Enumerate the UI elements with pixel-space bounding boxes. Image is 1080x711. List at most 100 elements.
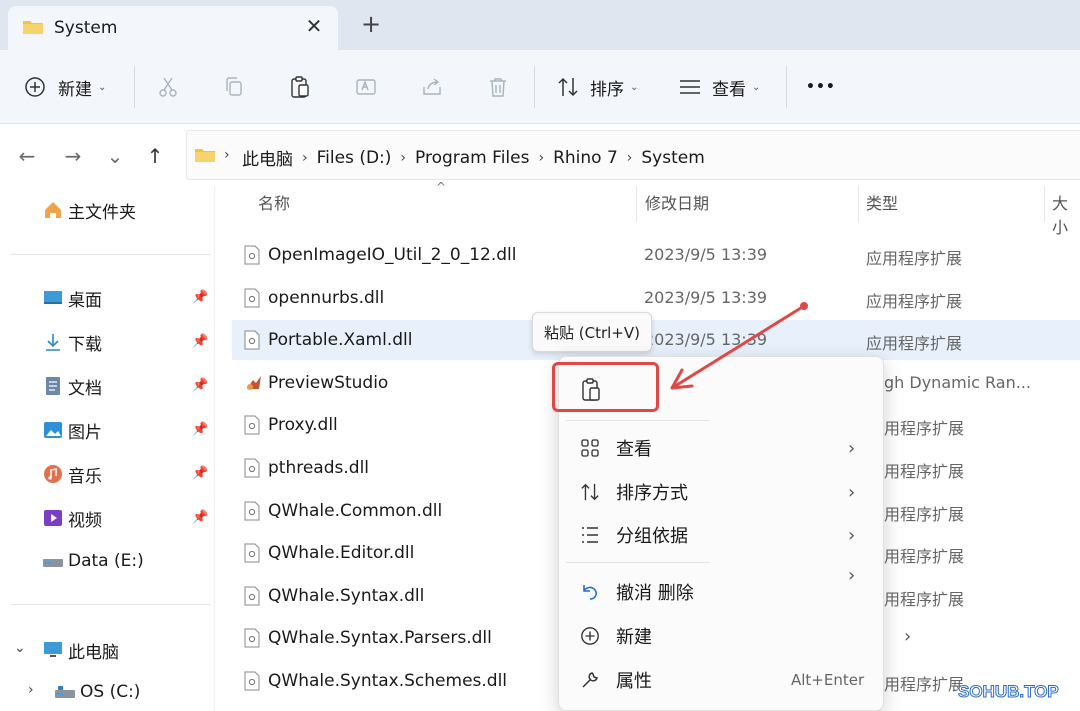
table-row[interactable]: opennurbs.dll 2023/9/5 13:39 应用程序扩展 — [232, 278, 1080, 318]
sidebar-item-videos[interactable]: 视频 — [42, 504, 102, 532]
share-button[interactable] — [420, 72, 444, 102]
context-item-label: 查看 — [616, 439, 652, 460]
column-header-size[interactable]: 大小 — [1052, 190, 1080, 237]
new-label: 新建 — [58, 79, 92, 100]
file-name: QWhale.Syntax.Parsers.dll — [268, 628, 492, 649]
context-item-label: 排序方式 — [616, 483, 688, 504]
new-tab-button[interactable]: + — [356, 10, 386, 38]
cut-button[interactable] — [156, 72, 180, 102]
column-divider[interactable] — [858, 186, 859, 222]
pin-icon[interactable]: 📌 — [192, 334, 208, 349]
forward-button[interactable]: → — [60, 144, 86, 168]
chevron-down-icon[interactable]: ⌄ — [14, 640, 26, 656]
close-tab-button[interactable]: ✕ — [300, 14, 328, 38]
dll-file-icon — [244, 501, 260, 521]
shortcut-label: Alt+Enter — [791, 671, 865, 689]
chevron-right-icon[interactable]: › — [28, 682, 34, 698]
rename-button[interactable] — [354, 72, 378, 102]
chevron-down-icon: ⌄ — [752, 81, 761, 93]
sort-ascending-icon: ^ — [436, 180, 447, 194]
chevron-right-icon: › — [538, 149, 545, 166]
file-name: QWhale.Syntax.Schemes.dll — [268, 671, 508, 691]
sidebar-item-this-pc[interactable]: 此电脑 — [42, 636, 119, 664]
sidebar-item-music[interactable]: 音乐 — [42, 460, 102, 488]
column-header-name[interactable]: 名称 — [258, 190, 290, 220]
context-item-properties[interactable]: 属性 Alt+Enter — [558, 660, 884, 700]
file-type: 应用程序扩展 — [866, 291, 963, 311]
column-divider[interactable] — [636, 186, 637, 222]
recent-locations-button[interactable]: ⌄ — [102, 144, 128, 168]
sidebar-item-home[interactable]: 主文件夹 — [42, 196, 136, 224]
file-name: Portable.Xaml.dll — [268, 330, 413, 351]
sidebar-item-data-e[interactable]: Data (E:) — [42, 547, 144, 575]
plus-circle-icon — [25, 77, 45, 97]
column-divider[interactable] — [1044, 186, 1045, 222]
dll-file-icon — [244, 288, 260, 308]
sidebar-item-downloads[interactable]: 下载 — [42, 328, 102, 356]
context-item-undo[interactable]: 撤消 删除 — [558, 572, 884, 612]
divider — [786, 66, 787, 108]
sort-button[interactable]: 排序 ⌄ — [556, 72, 638, 102]
sidebar-item-label: 文档 — [68, 378, 102, 399]
file-type: 应用程序扩展 — [866, 249, 963, 268]
pin-icon[interactable]: 📌 — [192, 422, 208, 437]
pin-icon[interactable]: 📌 — [192, 466, 208, 481]
tab-system[interactable]: System ✕ — [8, 6, 338, 50]
file-name: QWhale.Common.dll — [268, 500, 443, 521]
table-row[interactable]: OpenImageIO_Util_2_0_12.dll 2023/9/5 13:3… — [232, 235, 1080, 275]
chevron-down-icon: ⌄ — [98, 81, 107, 93]
breadcrumb-program-files[interactable]: Program Files — [415, 148, 529, 168]
grid-icon — [578, 436, 602, 460]
context-item-sort[interactable]: 排序方式 › — [558, 472, 884, 512]
more-options-button[interactable]: ••• — [806, 72, 836, 102]
paste-button[interactable] — [288, 72, 312, 102]
pin-icon[interactable]: 📌 — [192, 378, 208, 393]
sidebar-item-desktop[interactable]: 桌面 — [42, 284, 102, 312]
delete-button[interactable] — [486, 72, 510, 102]
sidebar-item-os-c[interactable]: OS (C:) — [54, 678, 140, 706]
sidebar-item-label: 图片 — [68, 422, 102, 443]
breadcrumb-system[interactable]: System — [641, 148, 704, 168]
sidebar-item-label: 视频 — [68, 510, 102, 531]
dll-file-icon — [244, 458, 260, 478]
pin-icon[interactable]: 📌 — [192, 290, 208, 305]
dll-file-icon — [244, 245, 260, 265]
breadcrumb-files-d[interactable]: Files (D:) — [317, 148, 392, 168]
breadcrumb-rhino-7[interactable]: Rhino 7 — [553, 148, 618, 168]
view-button[interactable]: 查看 ⌄ — [678, 72, 760, 102]
chevron-right-icon: › — [400, 149, 407, 166]
context-item-group[interactable]: 分组依据 › — [558, 515, 884, 555]
dll-file-icon — [244, 330, 260, 350]
drive-icon — [42, 550, 64, 572]
column-header-modified[interactable]: 修改日期 — [645, 190, 709, 220]
dll-file-icon — [244, 415, 260, 435]
folder-icon — [195, 149, 215, 162]
new-button[interactable]: 新建 ⌄ — [24, 72, 106, 102]
table-row[interactable]: Portable.Xaml.dll 2023/9/5 13:39 应用程序扩展 — [232, 320, 1080, 361]
sidebar-item-label: 音乐 — [68, 466, 102, 487]
file-type: 用程序扩展 — [884, 547, 965, 567]
copy-button[interactable] — [222, 72, 246, 102]
context-item-new[interactable]: 新建 — [558, 616, 884, 656]
sidebar-item-documents[interactable]: 文档 — [42, 372, 102, 400]
context-item-view[interactable]: 查看 › — [558, 428, 884, 468]
up-button[interactable]: ↑ — [142, 144, 168, 168]
sort-label: 排序 — [590, 79, 624, 100]
column-header-type[interactable]: 类型 — [866, 190, 898, 220]
context-item-label: 撤消 删除 — [616, 583, 694, 604]
file-modified-date: 2023/9/5 13:39 — [644, 245, 768, 264]
file-name: Proxy.dll — [268, 415, 338, 436]
music-icon — [42, 463, 64, 485]
drive-icon — [54, 681, 76, 703]
download-icon — [42, 331, 64, 353]
watermark: SOHUB.TOP — [958, 682, 1060, 702]
dll-file-icon — [244, 671, 260, 691]
context-item-label: 属性 — [616, 671, 652, 692]
sidebar-item-pictures[interactable]: 图片 — [42, 416, 102, 444]
back-button[interactable]: ← — [14, 144, 40, 168]
breadcrumb-this-pc[interactable]: 此电脑 — [242, 145, 293, 170]
paste-tooltip: 粘贴 (Ctrl+V) — [532, 312, 652, 352]
desktop-icon — [42, 287, 64, 309]
pin-icon[interactable]: 📌 — [192, 510, 208, 525]
divider — [534, 66, 535, 108]
